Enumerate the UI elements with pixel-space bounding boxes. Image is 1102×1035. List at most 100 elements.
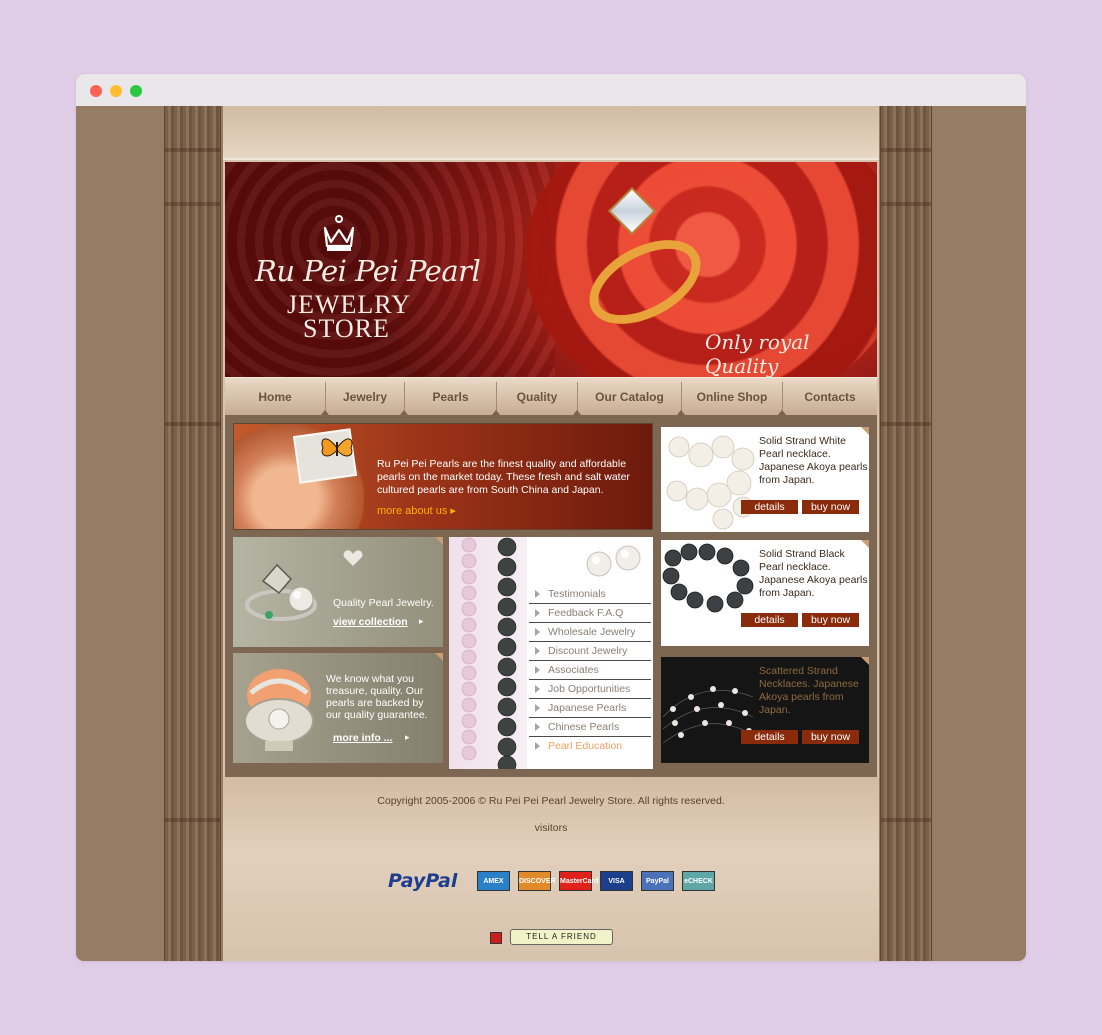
corner-fold <box>435 653 443 661</box>
buy-now-button[interactable]: buy now <box>802 730 859 744</box>
page-viewport: Ru Pei Pei Pearl JEWELRY STORE Only roya… <box>76 106 1026 961</box>
discover-card-icon: DISCOVER <box>518 871 556 891</box>
arrow-right-icon: ▸ <box>450 505 456 517</box>
scattered-strand-necklace-image <box>662 686 754 744</box>
link-discount-jewelry[interactable]: Discount Jewelry <box>529 642 651 661</box>
corner-fold <box>861 657 869 665</box>
link-label: Chinese Pearls <box>548 721 620 733</box>
buy-now-button[interactable]: buy now <box>802 500 859 514</box>
product-scattered-strand: Scattered Strand Necklaces. Japanese Ako… <box>661 657 869 763</box>
bullet-arrow-icon <box>535 666 540 674</box>
bullet-arrow-icon <box>535 647 540 655</box>
browser-window: Ru Pei Pei Pearl JEWELRY STORE Only roya… <box>76 74 1026 961</box>
details-button[interactable]: details <box>741 500 798 514</box>
red-box-icon <box>490 932 502 944</box>
copyright-text: Copyright 2005-2006 © Ru Pei Pei Pearl J… <box>377 795 725 807</box>
details-button[interactable]: details <box>741 613 798 627</box>
link-feedback-faq[interactable]: Feedback F.A.Q <box>529 604 651 623</box>
paypal-card-icon: PayPal <box>641 871 674 891</box>
bullet-arrow-icon <box>535 723 540 731</box>
brand-line-store: STORE <box>303 314 390 343</box>
nav-home[interactable]: Home <box>225 378 325 416</box>
minimize-window-button[interactable] <box>110 85 122 97</box>
paypal-logo: PayPal <box>388 870 458 892</box>
product-description: Scattered Strand Necklaces. Japanese Ako… <box>759 665 859 716</box>
corner-fold <box>861 540 869 548</box>
more-about-us-link[interactable]: more about us ▸ <box>377 504 456 517</box>
nav-contacts[interactable]: Contacts <box>783 378 877 416</box>
crown-icon <box>323 215 355 251</box>
buy-now-button[interactable]: buy now <box>802 613 859 627</box>
pearl-strand-image <box>449 537 527 769</box>
main-nav: Home Jewelry Pearls Quality Our Catalog … <box>225 377 877 416</box>
info-link-list: Testimonials Feedback F.A.Q Wholesale Je… <box>529 585 651 756</box>
about-box: Ru Pei Pei Pearls are the finest quality… <box>233 423 653 530</box>
details-button[interactable]: details <box>741 730 798 744</box>
bullet-arrow-icon <box>535 742 540 750</box>
nav-pearls[interactable]: Pearls <box>405 378 496 416</box>
link-label: Associates <box>548 664 599 676</box>
promo-guarantee-text: We know what you treasure, quality. Our … <box>326 673 428 721</box>
product-white-pearl: Solid Strand White Pearl necklace. Japan… <box>661 427 869 532</box>
tell-a-friend-widget[interactable]: TELL A FRIEND <box>490 927 614 949</box>
bullet-arrow-icon <box>535 704 540 712</box>
bullet-arrow-icon <box>535 685 540 693</box>
link-wholesale-jewelry[interactable]: Wholesale Jewelry <box>529 623 651 642</box>
nav-quality[interactable]: Quality <box>497 378 577 416</box>
site-page: Ru Pei Pei Pearl JEWELRY STORE Only roya… <box>223 106 879 961</box>
more-info-link[interactable]: more info ... <box>333 732 393 744</box>
view-collection-link[interactable]: view collection <box>333 616 408 628</box>
maximize-window-button[interactable] <box>130 85 142 97</box>
link-job-opportunities[interactable]: Job Opportunities <box>529 680 651 699</box>
header-banner: Ru Pei Pei Pearl JEWELRY STORE Only roya… <box>225 162 877 377</box>
product-description: Solid Strand White Pearl necklace. Japan… <box>759 435 868 486</box>
link-label: Wholesale Jewelry <box>548 626 636 638</box>
content-grid: Ru Pei Pei Pearls are the finest quality… <box>225 415 877 777</box>
bullet-arrow-icon <box>535 609 540 617</box>
link-chinese-pearls[interactable]: Chinese Pearls <box>529 718 651 737</box>
white-pearl-necklace-image <box>666 435 755 530</box>
black-pearl-necklace-image <box>662 543 754 613</box>
link-japanese-pearls[interactable]: Japanese Pearls <box>529 699 651 718</box>
link-label: Pearl Education <box>548 740 623 752</box>
bullet-arrow-icon <box>535 590 540 598</box>
arrow-right-icon: ▸ <box>405 732 410 742</box>
product-black-pearl: Solid Strand Black Pearl necklace. Japan… <box>661 540 869 646</box>
pearl-earrings-image <box>586 545 641 577</box>
nav-jewelry[interactable]: Jewelry <box>326 378 404 416</box>
nav-online-shop[interactable]: Online Shop <box>682 378 782 416</box>
link-testimonials[interactable]: Testimonials <box>529 585 651 604</box>
tell-a-friend-button[interactable]: TELL A FRIEND <box>510 929 613 945</box>
link-pearl-education[interactable]: Pearl Education <box>529 737 651 756</box>
link-label: Testimonials <box>548 588 606 600</box>
promo-quality-text: Quality Pearl Jewelry. <box>333 597 434 609</box>
bullet-arrow-icon <box>535 628 540 636</box>
promo-quality-guarantee: We know what you treasure, quality. Our … <box>233 653 443 763</box>
corner-fold <box>435 537 443 545</box>
product-description: Solid Strand Black Pearl necklace. Japan… <box>759 548 868 599</box>
amex-card-icon: AMEX <box>477 871 510 891</box>
info-links-panel: Testimonials Feedback F.A.Q Wholesale Je… <box>449 537 653 769</box>
link-label: Japanese Pearls <box>548 702 627 714</box>
arrow-right-icon: ▸ <box>419 616 424 626</box>
link-label: Feedback F.A.Q <box>548 607 624 619</box>
corner-fold <box>861 427 869 435</box>
close-window-button[interactable] <box>90 85 102 97</box>
butterfly-icon <box>321 438 353 457</box>
visitors-counter-label: visitors <box>534 822 568 834</box>
link-label: Job Opportunities <box>548 683 631 695</box>
promo-quality-jewelry: Quality Pearl Jewelry. view collection ▸ <box>233 537 443 647</box>
banner-slogan: Only royal Quality <box>705 330 810 377</box>
window-titlebar <box>76 74 1026 106</box>
brand-name-script: Ru Pei Pei Pearl <box>255 254 481 288</box>
right-decor-panel <box>880 106 932 961</box>
page-footer: Copyright 2005-2006 © Ru Pei Pei Pearl J… <box>223 777 879 961</box>
nav-our-catalog[interactable]: Our Catalog <box>578 378 681 416</box>
heart-icon <box>343 550 363 566</box>
link-associates[interactable]: Associates <box>529 661 651 680</box>
top-strip <box>223 106 879 160</box>
mastercard-icon: MasterCard <box>559 871 599 891</box>
more-about-us-label: more about us <box>377 505 448 517</box>
visa-card-icon: VISA <box>600 871 633 891</box>
jewelry-egg-image <box>244 669 314 751</box>
